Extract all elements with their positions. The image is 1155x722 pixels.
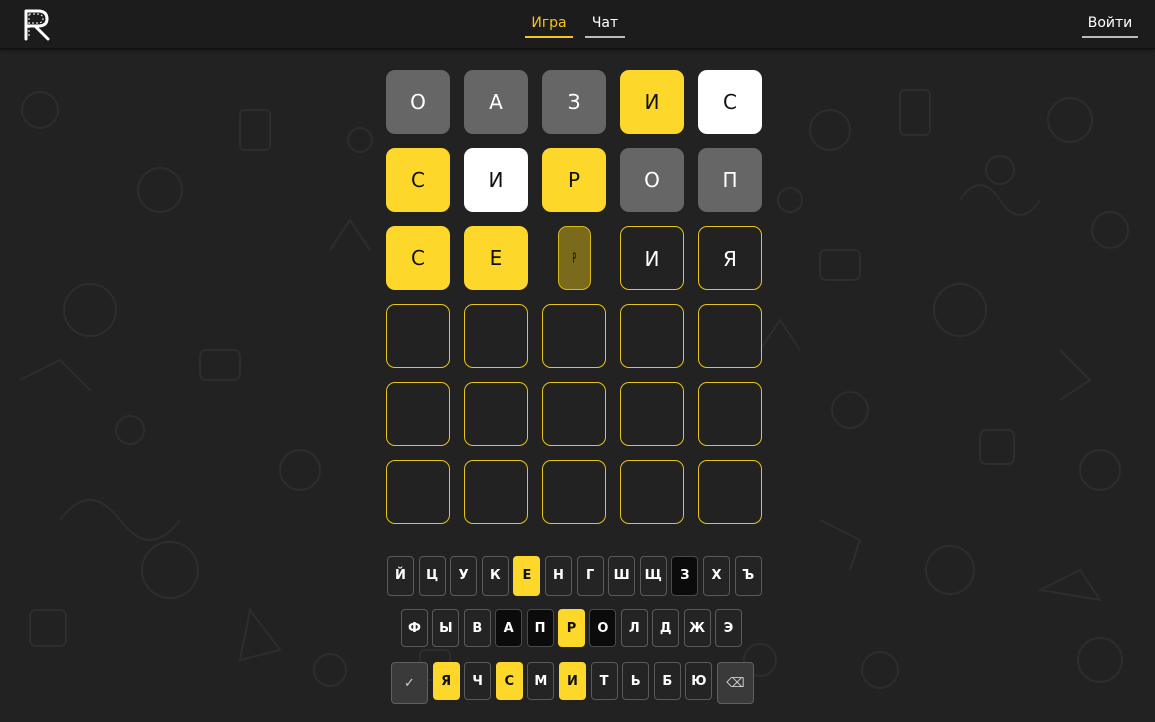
tile-r6-c2 — [464, 460, 528, 524]
tile-r5-c4 — [620, 382, 684, 446]
key-Я[interactable]: Я — [432, 662, 460, 700]
tile-letter: Е — [489, 246, 503, 270]
key-Х[interactable]: Х — [703, 556, 730, 596]
key-Щ[interactable]: Щ — [639, 556, 667, 596]
tile-letter: И — [488, 168, 504, 192]
tile-r6-c3 — [542, 460, 606, 524]
key-Ф[interactable]: Ф — [401, 609, 428, 647]
tile-r3-c4: И — [620, 226, 684, 290]
tile-letter: З — [567, 90, 581, 114]
tile-r4-c5 — [698, 304, 762, 368]
key-Е[interactable]: Е — [513, 556, 541, 596]
tile-r5-c1 — [386, 382, 450, 446]
key-Р[interactable]: Р — [558, 609, 585, 647]
key-Ь[interactable]: Ь — [622, 662, 650, 700]
key-Й[interactable]: Й — [387, 556, 414, 596]
key-А[interactable]: А — [495, 609, 523, 647]
tile-r2-c3: Р — [542, 148, 606, 212]
tile-r3-c5: Я — [698, 226, 762, 290]
tile-r3-c1: С — [386, 226, 450, 290]
tile-r1-c2: А — [464, 70, 528, 134]
tile-r5-c2 — [464, 382, 528, 446]
tile-r4-c2 — [464, 304, 528, 368]
key-И[interactable]: И — [559, 662, 586, 700]
tile-r5-c3 — [542, 382, 606, 446]
tab-game[interactable]: Игра — [525, 8, 573, 38]
key-С[interactable]: С — [495, 662, 523, 700]
tile-letter: С — [723, 90, 737, 114]
tile-r1-c3: З — [542, 70, 606, 134]
tile-r2-c2: И — [464, 148, 528, 212]
tile-letter: Я — [723, 247, 737, 271]
tile-letter: И — [644, 247, 660, 271]
key-К[interactable]: К — [481, 556, 509, 596]
tile-r4-c1 — [386, 304, 450, 368]
tile-r4-c4 — [620, 304, 684, 368]
key-В[interactable]: В — [463, 609, 491, 647]
login-button[interactable]: Войти — [1082, 8, 1138, 38]
tile-r1-c1: О — [386, 70, 450, 134]
tile-r1-c4: И — [620, 70, 684, 134]
tile-letter: С — [411, 246, 425, 270]
tile-letter: П — [722, 168, 738, 192]
key-Д[interactable]: Д — [652, 609, 680, 647]
tile-r2-c1: С — [386, 148, 450, 212]
tile-letter: Р — [567, 168, 581, 192]
key-У[interactable]: У — [450, 556, 478, 596]
tile-r1-c5: С — [698, 70, 762, 134]
tile-r2-c4: О — [620, 148, 684, 212]
key-Б[interactable]: Б — [653, 662, 681, 700]
tile-letter: О — [410, 90, 426, 114]
key-Н[interactable]: Н — [545, 556, 572, 596]
tile-letter: А — [489, 90, 503, 114]
key-Э[interactable]: Э — [715, 609, 742, 647]
key-Ы[interactable]: Ы — [432, 609, 460, 647]
key-Ч[interactable]: Ч — [464, 662, 492, 700]
tile-r3-c2: Е — [464, 226, 528, 290]
backspace-key[interactable]: ⌫ — [717, 662, 754, 704]
key-О[interactable]: О — [589, 609, 617, 647]
tile-r6-c4 — [620, 460, 684, 524]
tile-letter: Р — [572, 251, 577, 267]
tile-r5-c5 — [698, 382, 762, 446]
key-Ю[interactable]: Ю — [685, 662, 713, 700]
tile-r6-c5 — [698, 460, 762, 524]
tile-r6-c1 — [386, 460, 450, 524]
key-Ц[interactable]: Ц — [418, 556, 446, 596]
key-Ъ[interactable]: Ъ — [734, 556, 762, 596]
tab-chat[interactable]: Чат — [585, 8, 625, 38]
key-Г[interactable]: Г — [576, 556, 604, 596]
key-З[interactable]: З — [671, 556, 699, 596]
key-Л[interactable]: Л — [620, 609, 648, 647]
top-bar: Игра Чат Войти — [0, 0, 1155, 49]
key-М[interactable]: М — [527, 662, 555, 700]
key-П[interactable]: П — [526, 609, 554, 647]
key-Ш[interactable]: Ш — [608, 556, 636, 596]
tile-r4-c3 — [542, 304, 606, 368]
key-Ж[interactable]: Ж — [683, 609, 711, 647]
tile-letter: С — [411, 168, 425, 192]
tile-r3-c3: Р — [558, 226, 591, 290]
logo-icon[interactable] — [20, 7, 52, 43]
tile-r2-c5: П — [698, 148, 762, 212]
tile-letter: И — [644, 90, 660, 114]
key-Т[interactable]: Т — [590, 662, 618, 700]
submit-key[interactable]: ✓ — [391, 662, 428, 704]
tile-letter: О — [644, 168, 660, 192]
